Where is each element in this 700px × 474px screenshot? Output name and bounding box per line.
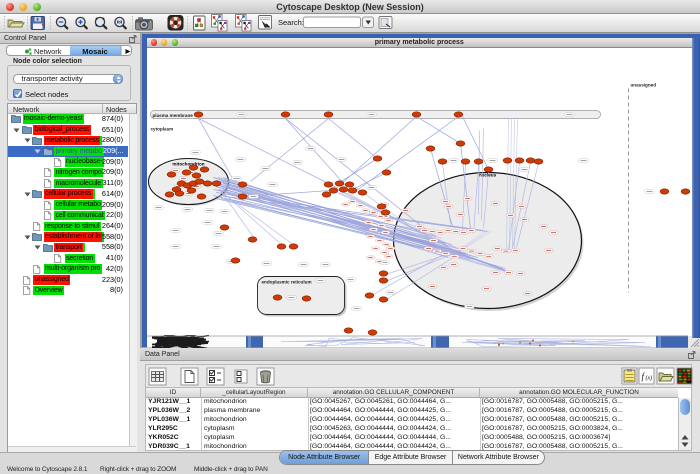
svg-text:plasma membrane: plasma membrane [152, 113, 193, 118]
svg-text:Search:: Search: [278, 18, 304, 27]
svg-text:(x): (x) [646, 375, 653, 382]
svg-text:Mosaic: Mosaic [82, 47, 107, 56]
svg-text:Network: Network [34, 47, 62, 56]
svg-text:cytoplasm: cytoplasm [150, 126, 173, 131]
svg-text:mitochondrion: mitochondrion [172, 161, 204, 166]
svg-text:unassigned: unassigned [630, 82, 656, 87]
svg-text:endoplasmic reticulum: endoplasmic reticulum [261, 279, 311, 284]
